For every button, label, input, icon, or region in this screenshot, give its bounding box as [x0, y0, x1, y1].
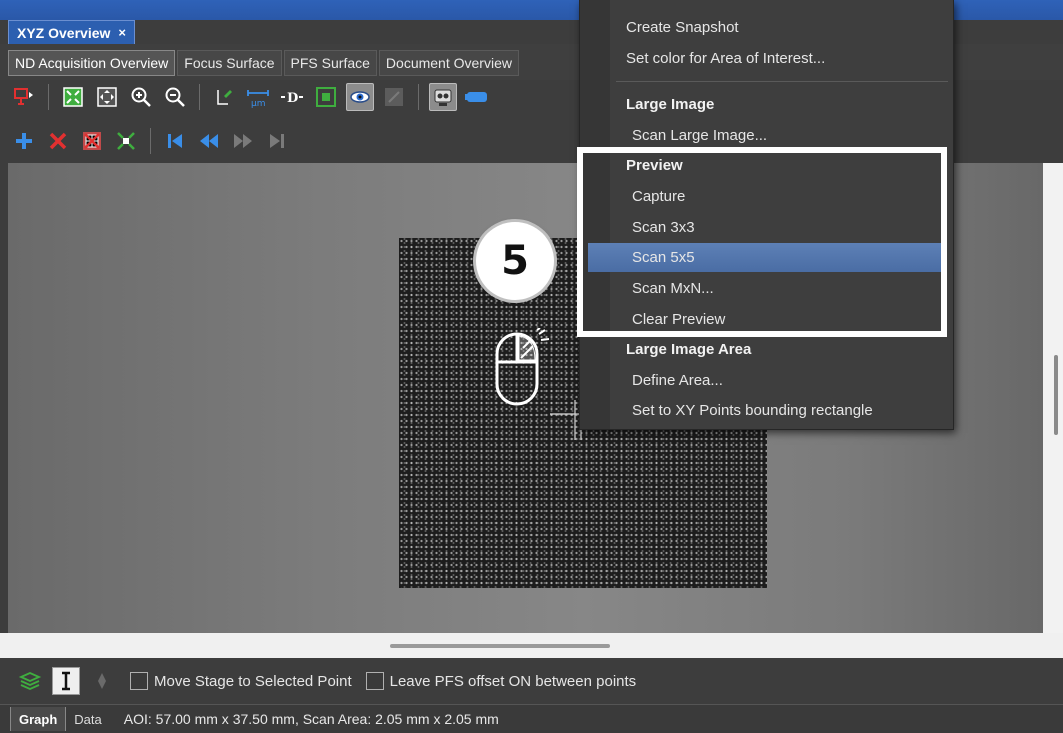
objective-icon[interactable]: [463, 83, 491, 111]
move-stage-label: Move Stage to Selected Point: [154, 672, 352, 690]
menu-item-define-area[interactable]: Define Area...: [632, 366, 723, 394]
menu-heading-large-image-area: Large Image Area: [626, 340, 752, 358]
preview-section-highlight-frame: [577, 147, 947, 337]
step-number-badge: 5: [476, 222, 554, 300]
tab-data[interactable]: Data: [66, 707, 109, 731]
mouse-right-click-icon: [495, 328, 550, 406]
stage-position-icon[interactable]: [10, 83, 38, 111]
zoom-out-icon[interactable]: [161, 83, 189, 111]
status-bar: Graph Data AOI: 57.00 mm x 37.50 mm, Sca…: [0, 704, 1063, 733]
toolbar-separator: [199, 84, 200, 110]
vertical-scrollbar[interactable]: [1054, 355, 1058, 435]
next-point-icon[interactable]: [229, 127, 257, 155]
eye-icon[interactable]: [346, 83, 374, 111]
close-panel-icon[interactable]: ×: [118, 25, 126, 40]
collapse-icon[interactable]: [112, 127, 140, 155]
move-stage-checkbox-box[interactable]: [130, 672, 148, 690]
add-point-icon[interactable]: [10, 127, 38, 155]
previous-point-icon[interactable]: [195, 127, 223, 155]
menu-heading-large-image: Large Image: [626, 95, 715, 113]
tab-document-overview[interactable]: Document Overview: [378, 50, 519, 76]
tab-graph[interactable]: Graph: [10, 707, 67, 731]
menu-item-create-snapshot[interactable]: Create Snapshot: [626, 13, 739, 41]
panel-tab-xyz-overview[interactable]: XYZ Overview ×: [8, 20, 135, 44]
toolbar-separator: [48, 84, 49, 110]
status-text: AOI: 57.00 mm x 37.50 mm, Scan Area: 2.0…: [123, 711, 499, 727]
right-pane: [1043, 163, 1063, 633]
layers-icon[interactable]: [16, 667, 44, 695]
menu-item-scan-large-image[interactable]: Scan Large Image...: [632, 121, 767, 149]
points-controls-bar: Move Stage to Selected Point Leave PFS o…: [0, 658, 1063, 704]
delete-point-icon[interactable]: [44, 127, 72, 155]
move-arrows-icon[interactable]: [88, 667, 116, 695]
overlay-icon[interactable]: [380, 83, 408, 111]
leave-pfs-checkbox[interactable]: Leave PFS offset ON between points: [365, 672, 637, 690]
distance-icon[interactable]: D: [278, 83, 306, 111]
svg-text:D: D: [287, 91, 298, 106]
camera-robot-icon[interactable]: [429, 83, 457, 111]
leave-pfs-label: Leave PFS offset ON between points: [389, 672, 637, 690]
menu-separator: [616, 81, 948, 82]
scale-bar-icon[interactable]: µm: [244, 83, 272, 111]
last-point-icon[interactable]: [263, 127, 291, 155]
view-tabs: ND Acquisition Overview Focus Surface PF…: [8, 50, 521, 76]
pan-icon[interactable]: [93, 83, 121, 111]
view-toolbar: µm D: [10, 80, 491, 114]
area-icon[interactable]: [312, 83, 340, 111]
step-number: 5: [501, 238, 529, 284]
horizontal-scrollbar[interactable]: [390, 644, 610, 648]
fit-image-icon[interactable]: [59, 83, 87, 111]
tab-focus-surface[interactable]: Focus Surface: [177, 50, 282, 76]
tab-pfs-surface[interactable]: PFS Surface: [283, 50, 377, 76]
menu-item-set-xy-bounding-rect[interactable]: Set to XY Points bounding rectangle: [632, 396, 873, 424]
toolbar-separator: [150, 128, 151, 154]
svg-text:µm: µm: [251, 99, 266, 108]
z-range-icon[interactable]: [52, 667, 80, 695]
points-toolbar: [10, 124, 291, 158]
tab-nd-acquisition-overview[interactable]: ND Acquisition Overview: [8, 50, 176, 76]
zoom-in-icon[interactable]: [127, 83, 155, 111]
draw-line-icon[interactable]: [210, 83, 238, 111]
delete-all-icon[interactable]: [78, 127, 106, 155]
move-stage-checkbox[interactable]: Move Stage to Selected Point: [130, 672, 352, 690]
leave-pfs-checkbox-box[interactable]: [365, 672, 384, 690]
panel-title: XYZ Overview: [17, 24, 111, 41]
menu-item-set-color-aoi[interactable]: Set color for Area of Interest...: [626, 44, 825, 72]
first-point-icon[interactable]: [161, 127, 189, 155]
toolbar-separator: [418, 84, 419, 110]
